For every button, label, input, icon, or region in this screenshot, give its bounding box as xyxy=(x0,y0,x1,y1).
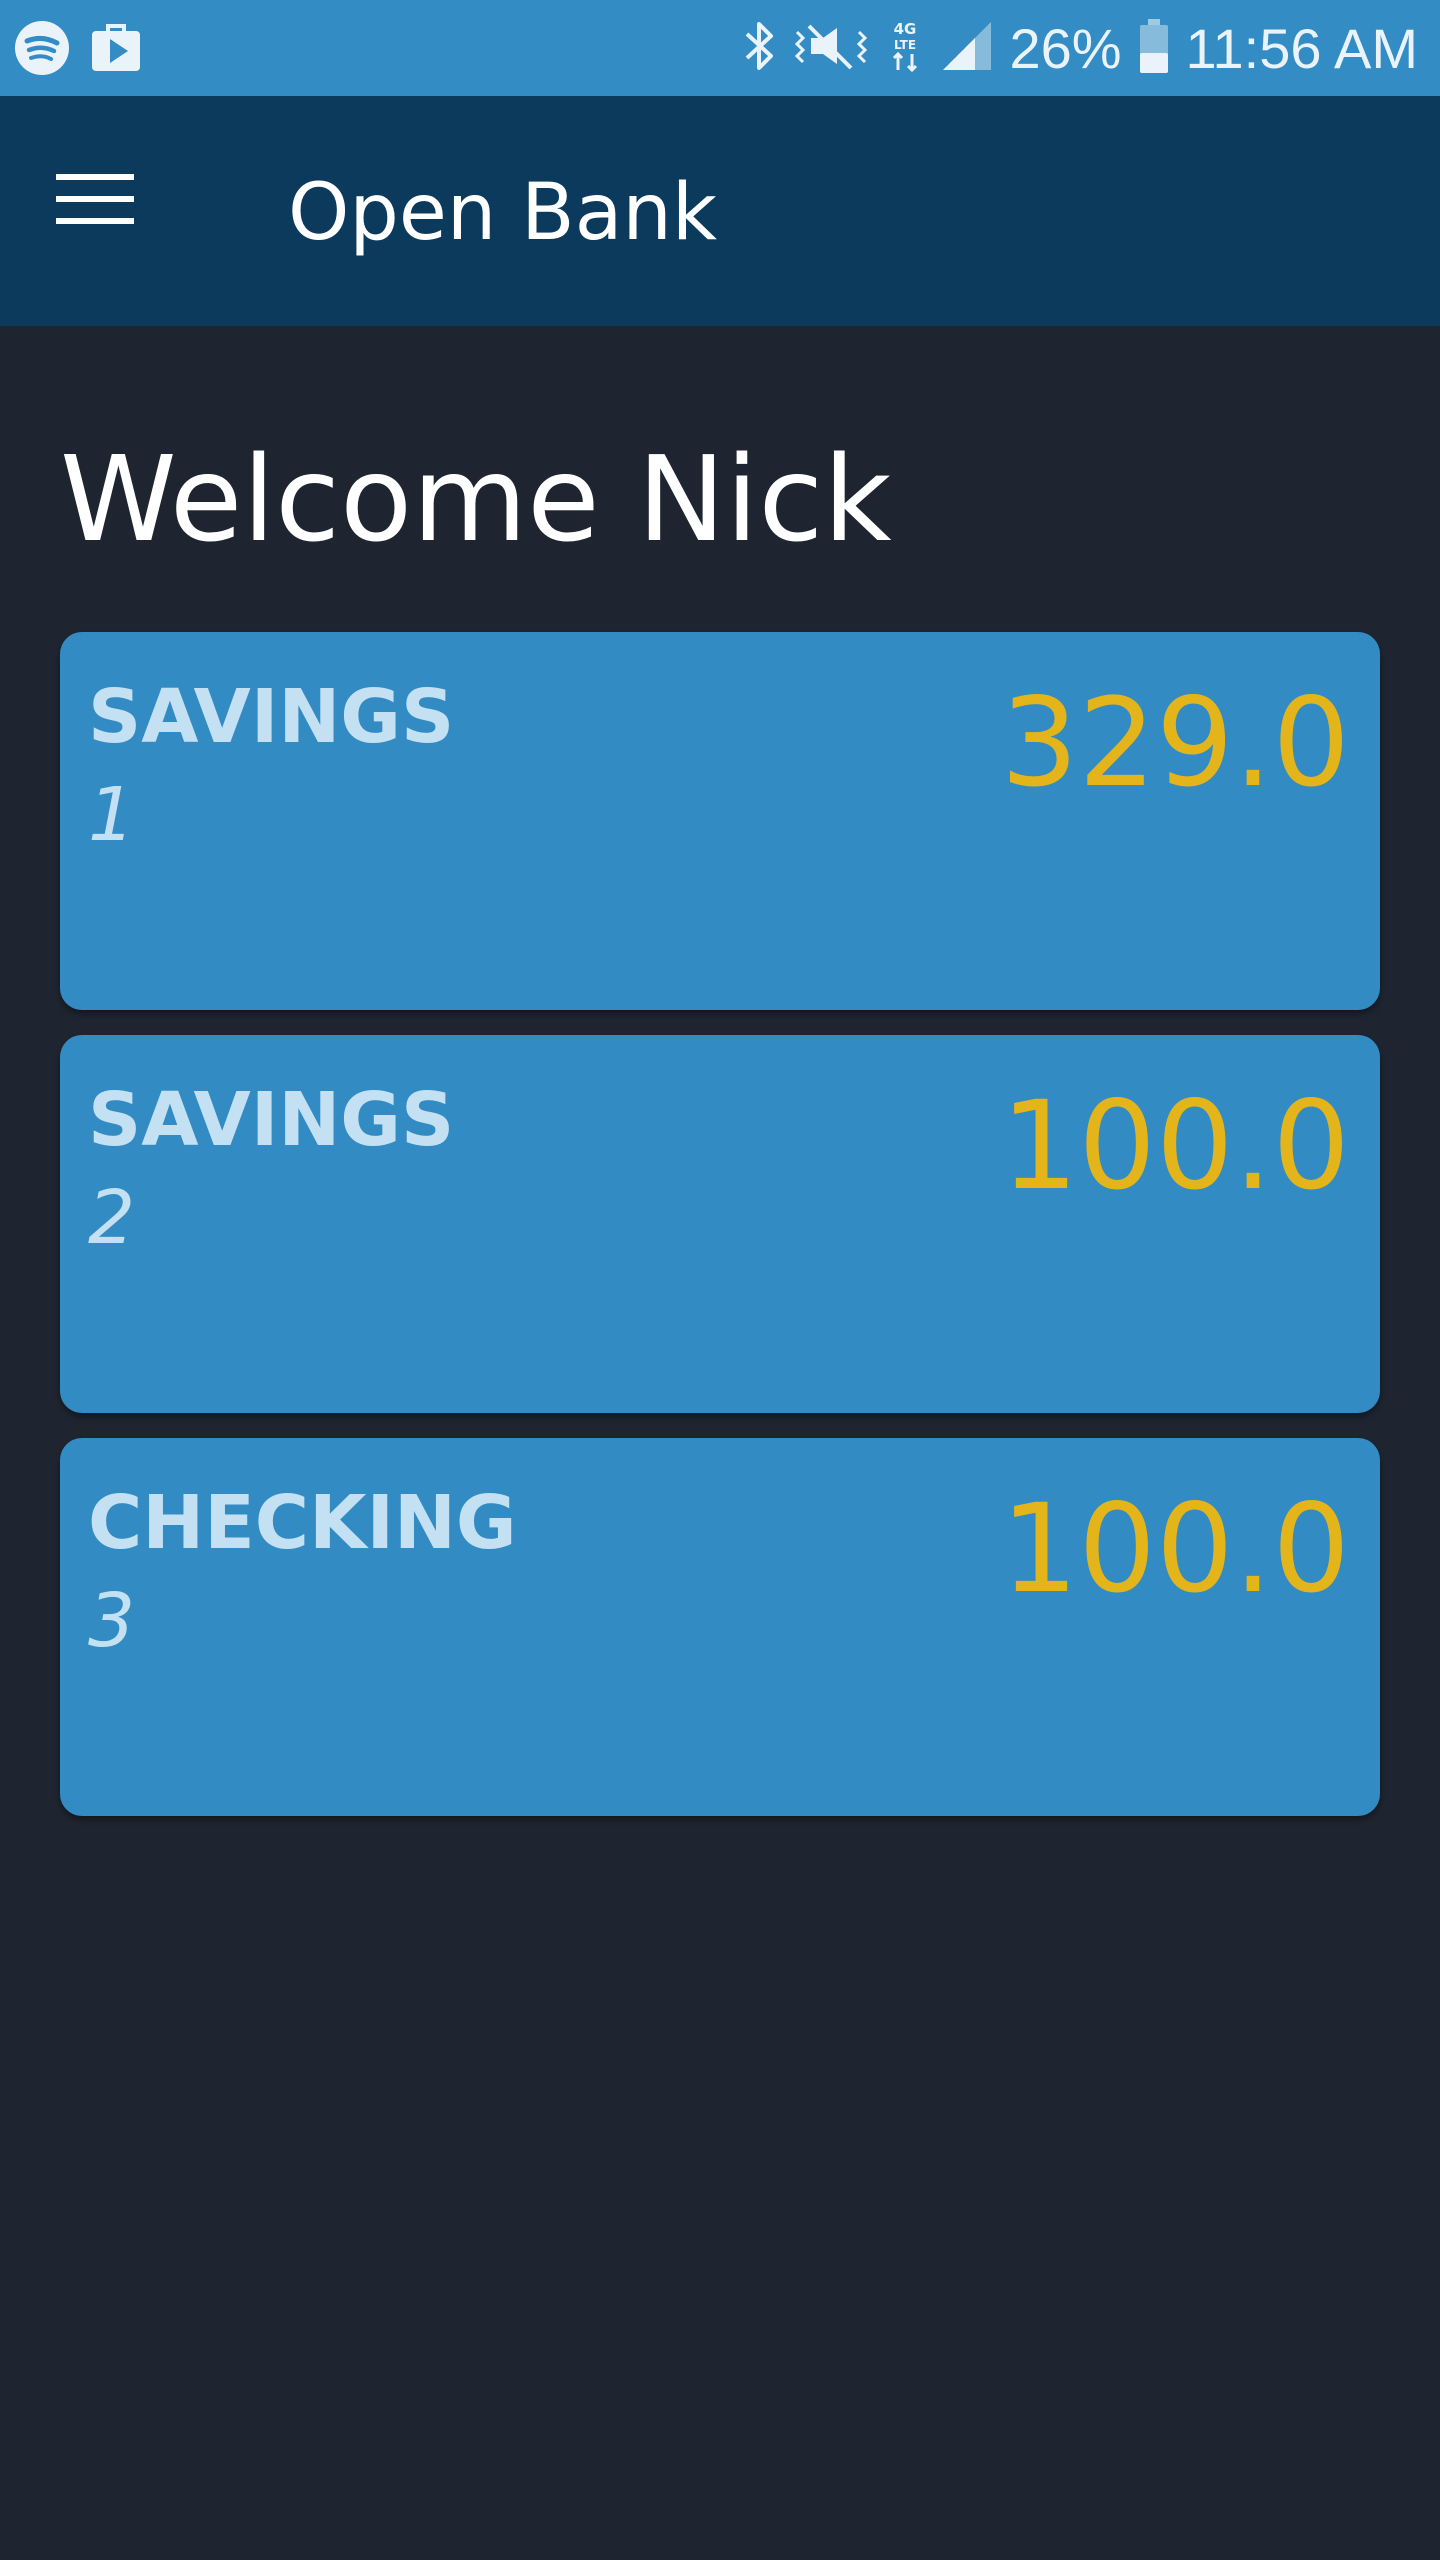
svg-text:4G: 4G xyxy=(894,20,917,38)
account-type: SAVINGS xyxy=(88,1077,455,1163)
status-right-icons: 4G LTE 26% 11:56 AM xyxy=(741,0,1418,96)
app-title: Open Bank xyxy=(288,168,718,258)
account-balance: 329.0 xyxy=(1000,672,1350,814)
battery-percent: 26% xyxy=(1009,16,1122,80)
account-number: 1 xyxy=(88,772,136,858)
account-number: 2 xyxy=(88,1175,136,1261)
account-balance: 100.0 xyxy=(1000,1478,1350,1620)
lte-icon: 4G LTE xyxy=(885,18,925,79)
status-time: 11:56 AM xyxy=(1185,16,1418,80)
status-bar: 4G LTE 26% 11:56 AM xyxy=(0,0,1440,96)
menu-icon xyxy=(56,170,134,233)
play-store-icon xyxy=(90,23,142,78)
signal-icon xyxy=(941,20,993,77)
svg-text:LTE: LTE xyxy=(894,38,916,52)
account-card-checking-3[interactable]: CHECKING 3 100.0 xyxy=(60,1438,1380,1816)
account-balance: 100.0 xyxy=(1000,1075,1350,1217)
account-number: 3 xyxy=(88,1578,136,1664)
battery-icon xyxy=(1138,17,1170,80)
account-card-savings-1[interactable]: SAVINGS 1 329.0 xyxy=(60,632,1380,1010)
account-type: SAVINGS xyxy=(88,674,455,760)
status-left-icons xyxy=(14,20,142,81)
account-list: SAVINGS 1 329.0 SAVINGS 2 100.0 CHECKING… xyxy=(60,632,1380,1841)
vibrate-icon xyxy=(793,20,869,77)
bluetooth-icon xyxy=(741,20,777,77)
account-card-savings-2[interactable]: SAVINGS 2 100.0 xyxy=(60,1035,1380,1413)
app-bar: Open Bank xyxy=(0,96,1440,326)
menu-button[interactable] xyxy=(40,156,150,246)
welcome-heading: Welcome Nick xyxy=(60,430,892,568)
spotify-icon xyxy=(14,20,70,81)
account-type: CHECKING xyxy=(88,1480,517,1566)
